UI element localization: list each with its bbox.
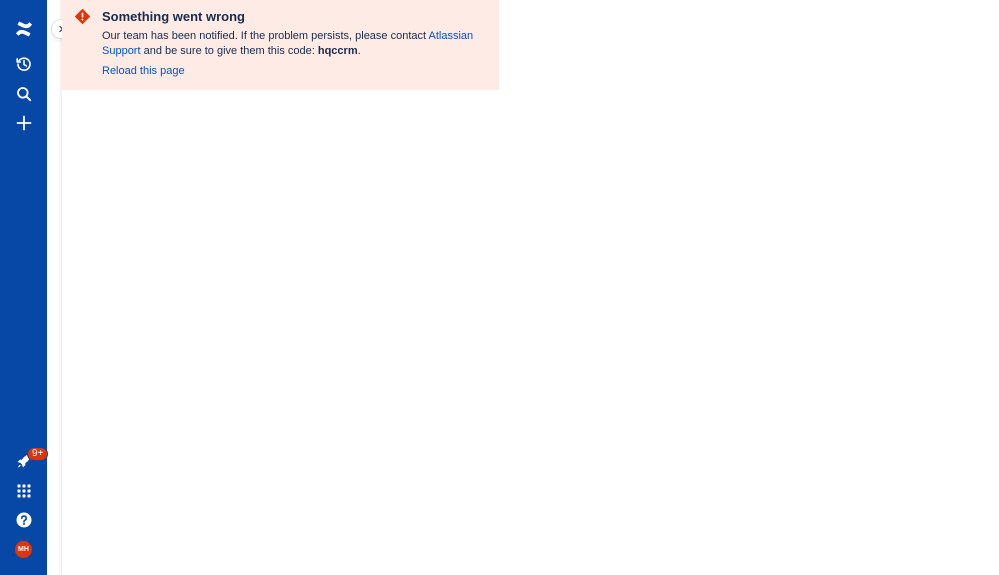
create-button[interactable]: [8, 107, 39, 138]
profile-avatar[interactable]: MH: [15, 541, 32, 558]
error-icon: [75, 9, 90, 24]
avatar-initials: MH: [18, 546, 29, 553]
help-button[interactable]: [8, 504, 39, 535]
error-message-panel: Something went wrong Our team has been n…: [62, 0, 499, 90]
confluence-logo-icon: [15, 21, 32, 36]
app-grid-icon: [17, 484, 30, 497]
confluence-logo-button[interactable]: [8, 13, 39, 44]
error-code: hqccrm: [317, 45, 358, 57]
notifications-badge: 9+: [27, 447, 49, 461]
global-sidebar: 9+ MH: [0, 0, 49, 575]
error-title: Something went wrong: [102, 9, 245, 24]
error-message: Our team has been notified. If the probl…: [102, 29, 482, 59]
error-message-middle: and be sure to give them this code:: [140, 45, 318, 57]
error-message-end: .: [357, 45, 361, 57]
plus-icon: [16, 115, 31, 130]
help-icon: [16, 512, 31, 527]
recent-button[interactable]: [8, 48, 39, 79]
app-switcher-button[interactable]: [8, 475, 39, 506]
search-icon: [16, 86, 31, 101]
reload-page-link[interactable]: Reload this page: [102, 64, 185, 79]
recent-icon: [15, 56, 31, 71]
search-button[interactable]: [8, 78, 39, 109]
error-message-start: Our team has been notified. If the probl…: [102, 30, 429, 42]
